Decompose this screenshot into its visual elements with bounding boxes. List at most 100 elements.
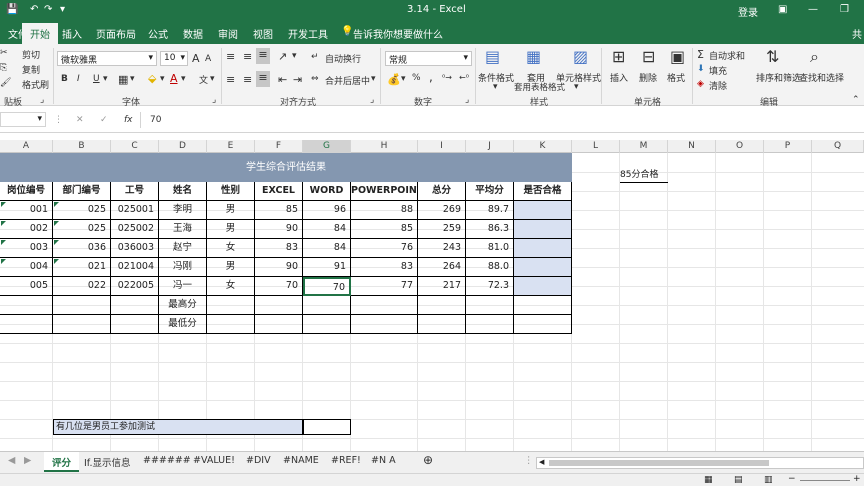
border-dropdown-icon[interactable]: ▾ bbox=[130, 74, 135, 84]
tab-view[interactable]: 视图 bbox=[253, 26, 273, 41]
table-header-cell[interactable]: 总分 bbox=[418, 182, 466, 201]
table-cell[interactable]: 91 bbox=[303, 258, 351, 277]
clipboard-launcher-icon[interactable]: ⌟ bbox=[40, 95, 44, 105]
sort-filter-button[interactable]: 排序和筛选 bbox=[756, 71, 801, 84]
decrease-indent-icon[interactable]: ⇤ bbox=[278, 73, 287, 86]
table-header-cell[interactable]: 姓名 bbox=[159, 182, 207, 201]
minimize-button[interactable]: — bbox=[808, 4, 818, 15]
table-cell[interactable] bbox=[418, 315, 466, 334]
table-cell[interactable] bbox=[514, 239, 572, 258]
table-cell[interactable]: 259 bbox=[418, 220, 466, 239]
conditional-dropdown-icon[interactable]: ▾ bbox=[493, 82, 498, 92]
phonetic-dropdown-icon[interactable]: ▾ bbox=[210, 74, 215, 84]
tab-data[interactable]: 数据 bbox=[183, 26, 203, 41]
table-cell[interactable]: 025002 bbox=[111, 220, 159, 239]
orientation-icon[interactable]: ↗ bbox=[278, 50, 287, 63]
cell-styles-dropdown-icon[interactable]: ▾ bbox=[574, 82, 579, 92]
border-icon[interactable]: ▦ bbox=[118, 73, 128, 86]
table-cell[interactable] bbox=[514, 277, 572, 296]
table-cell[interactable]: 022 bbox=[53, 277, 111, 296]
fill-color-icon[interactable]: ⬙ bbox=[148, 72, 156, 85]
cell-styles-icon[interactable]: ▨ bbox=[573, 47, 588, 66]
table-cell[interactable]: 025001 bbox=[111, 201, 159, 220]
table-header-cell[interactable]: POWERPOINT bbox=[351, 182, 418, 201]
active-cell[interactable]: 70 bbox=[303, 277, 351, 296]
page-layout-view-icon[interactable]: ▤ bbox=[734, 475, 743, 485]
name-box[interactable]: ▾ bbox=[0, 112, 46, 127]
tab-review[interactable]: 审阅 bbox=[218, 26, 238, 41]
shrink-font-icon[interactable]: A bbox=[205, 54, 211, 64]
table-cell[interactable]: 022005 bbox=[111, 277, 159, 296]
table-cell[interactable]: 89.7 bbox=[466, 201, 514, 220]
fill-icon[interactable]: ⬇ bbox=[697, 64, 705, 74]
tab-insert[interactable]: 插入 bbox=[62, 26, 82, 41]
column-header-a[interactable]: A bbox=[0, 140, 53, 153]
column-header-j[interactable]: J bbox=[466, 140, 514, 153]
insert-cells-button[interactable]: 插入 bbox=[610, 71, 628, 84]
increase-decimal-icon[interactable]: ⁰→ bbox=[442, 73, 452, 82]
table-cell[interactable]: 001 bbox=[0, 201, 53, 220]
column-header-e[interactable]: E bbox=[207, 140, 255, 153]
table-cell[interactable]: 002 bbox=[0, 220, 53, 239]
column-header-p[interactable]: P bbox=[764, 140, 812, 153]
table-cell[interactable]: 96 bbox=[303, 201, 351, 220]
save-icon[interactable]: 💾 bbox=[6, 4, 18, 15]
zoom-slider[interactable] bbox=[800, 480, 850, 481]
merge-center-button[interactable]: 合并后居中 bbox=[325, 74, 370, 87]
column-header-b[interactable]: B bbox=[53, 140, 111, 153]
table-cell[interactable]: 85 bbox=[351, 220, 418, 239]
table-cell[interactable]: 男 bbox=[207, 258, 255, 277]
number-format-select[interactable]: 常规 ▾ bbox=[385, 51, 472, 66]
table-cell[interactable]: 冯一 bbox=[159, 277, 207, 296]
orientation-dropdown-icon[interactable]: ▾ bbox=[292, 51, 297, 61]
column-header-o[interactable]: O bbox=[716, 140, 764, 153]
copy-button[interactable]: 复制 bbox=[22, 63, 40, 76]
bold-button[interactable]: B bbox=[61, 74, 68, 84]
table-cell[interactable] bbox=[514, 220, 572, 239]
sheet-tab[interactable]: #REF! bbox=[331, 455, 361, 466]
question-cell[interactable]: 有几位是男员工参加测试 bbox=[53, 419, 303, 435]
sheet-tab[interactable]: If.显示信息 bbox=[84, 455, 130, 469]
horizontal-scrollbar[interactable]: ◀ bbox=[536, 457, 864, 469]
clear-button[interactable]: 清除 bbox=[709, 79, 727, 92]
table-cell[interactable]: 85 bbox=[255, 201, 303, 220]
worksheet-grid[interactable]: 学生综合评估结果 岗位编号 部门编号 工号 姓名 性别 EXCEL WORD POWERPOIN… bbox=[0, 153, 864, 451]
table-cell[interactable] bbox=[418, 296, 466, 315]
copy-icon[interactable]: ⎘ bbox=[0, 63, 7, 73]
enter-formula-icon[interactable]: ✓ bbox=[100, 115, 108, 125]
tab-home[interactable]: 开始 bbox=[22, 23, 58, 44]
merge-icon[interactable]: ⇔ bbox=[311, 74, 319, 84]
column-header-n[interactable]: N bbox=[668, 140, 716, 153]
table-cell[interactable]: 赵宁 bbox=[159, 239, 207, 258]
table-header-cell[interactable]: 岗位编号 bbox=[0, 182, 53, 201]
format-cells-button[interactable]: 格式 bbox=[667, 71, 685, 84]
tell-me-input[interactable]: 告诉我你想要做什么 bbox=[353, 26, 443, 41]
column-header-k[interactable]: K bbox=[514, 140, 572, 153]
formula-options-icon[interactable]: ⋮ bbox=[54, 115, 63, 125]
fill-button[interactable]: 填充 bbox=[709, 64, 727, 77]
cut-button[interactable]: 剪切 bbox=[22, 48, 40, 61]
number-launcher-icon[interactable]: ⌟ bbox=[465, 95, 469, 105]
ribbon-display-icon[interactable]: ▣ bbox=[778, 4, 787, 15]
table-cell[interactable]: 036003 bbox=[111, 239, 159, 258]
table-cell[interactable]: 男 bbox=[207, 220, 255, 239]
currency-icon[interactable]: 💰 bbox=[387, 73, 401, 86]
table-cell[interactable]: 036 bbox=[53, 239, 111, 258]
maximize-button[interactable]: ❐ bbox=[840, 4, 849, 15]
align-bottom-icon[interactable]: ≡ bbox=[256, 48, 270, 64]
sheet-tab[interactable]: #DIV bbox=[246, 455, 271, 466]
table-header-cell[interactable]: 是否合格 bbox=[514, 182, 572, 201]
underline-button[interactable]: U bbox=[93, 74, 100, 84]
table-cell[interactable]: 女 bbox=[207, 277, 255, 296]
table-header-cell[interactable]: WORD bbox=[303, 182, 351, 201]
sheet-tab[interactable]: #N A bbox=[371, 455, 396, 466]
table-cell[interactable]: 90 bbox=[255, 220, 303, 239]
table-cell[interactable]: 77 bbox=[351, 277, 418, 296]
table-cell[interactable]: 女 bbox=[207, 239, 255, 258]
tab-formulas[interactable]: 公式 bbox=[148, 26, 168, 41]
table-cell[interactable]: 72.3 bbox=[466, 277, 514, 296]
table-cell[interactable] bbox=[0, 315, 53, 334]
table-cell[interactable]: 243 bbox=[418, 239, 466, 258]
tab-developer[interactable]: 开发工具 bbox=[288, 26, 328, 41]
increase-indent-icon[interactable]: ⇥ bbox=[293, 73, 302, 86]
